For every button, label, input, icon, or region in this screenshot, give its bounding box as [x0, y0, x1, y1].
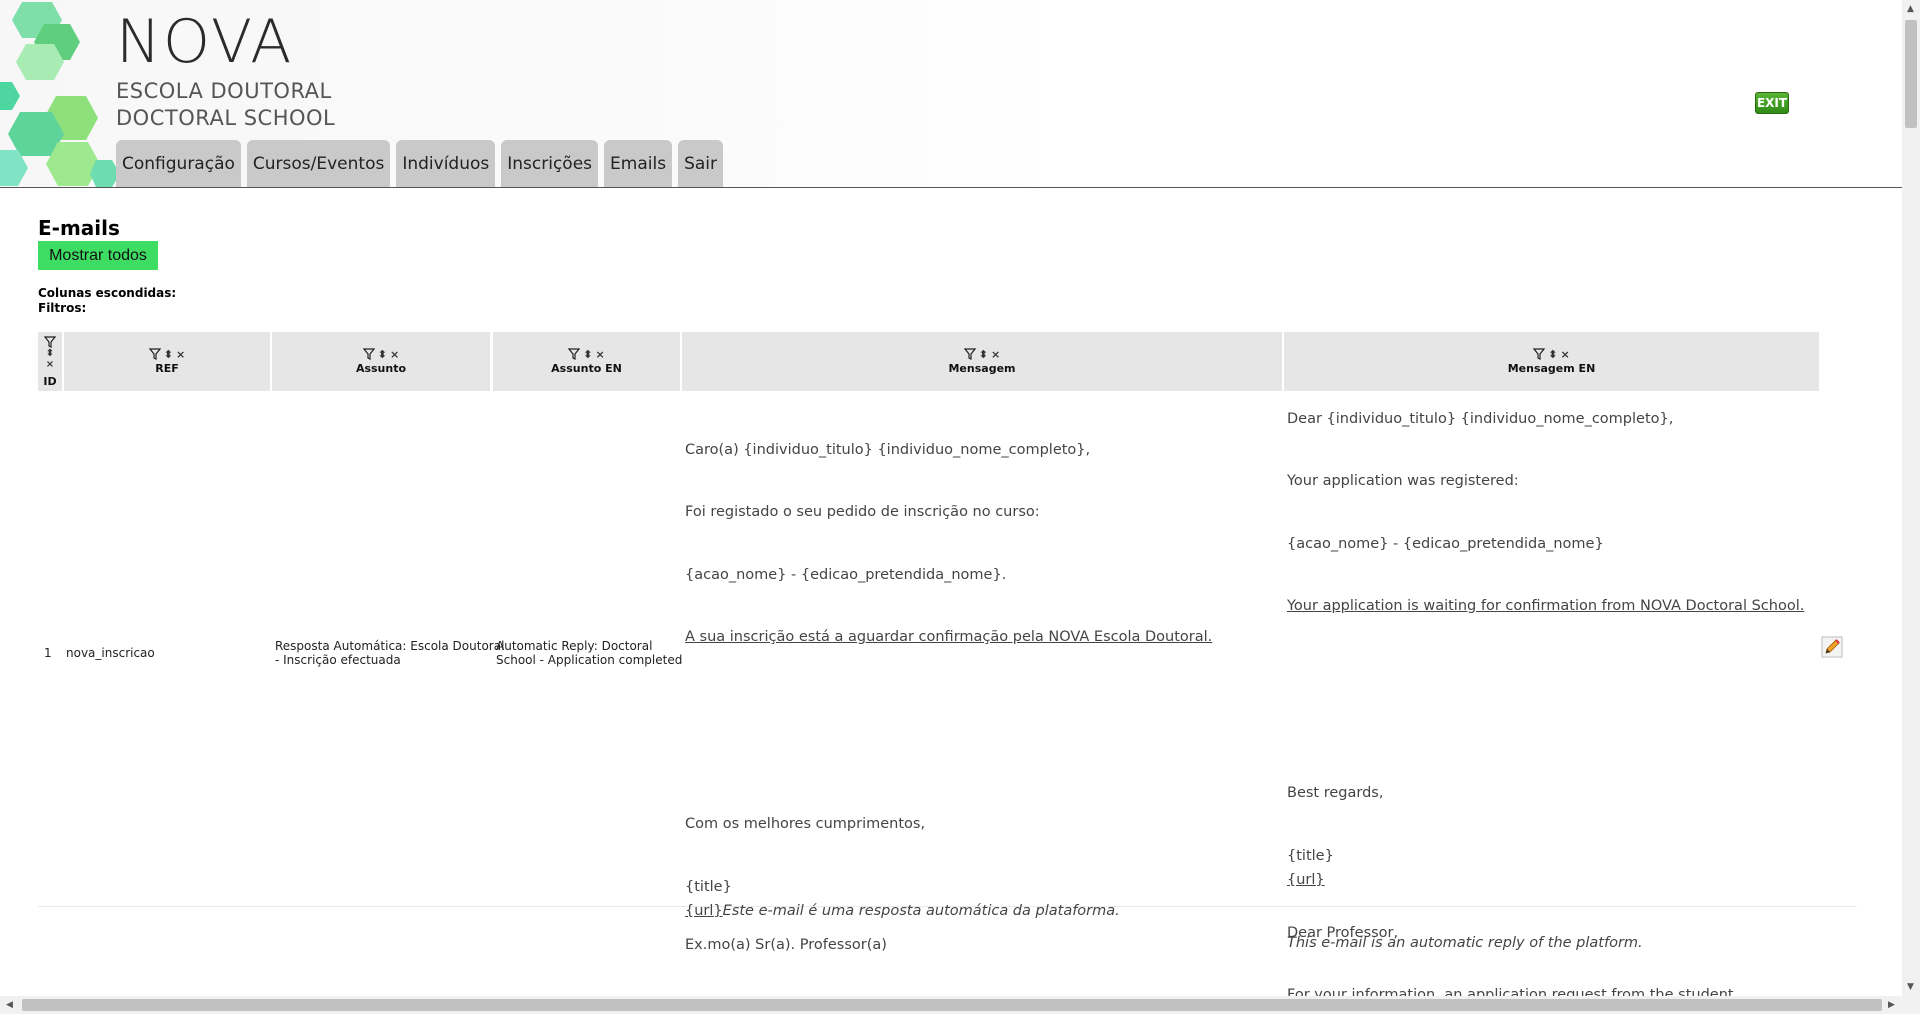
- nav-tab-individuos[interactable]: Indivíduos: [396, 140, 496, 187]
- brand-name: NOVA: [116, 7, 294, 77]
- nav-tab-cursos-eventos[interactable]: Cursos/Eventos: [246, 140, 391, 187]
- column-label-ref: REF: [155, 362, 179, 375]
- column-header-assunto: ⬍ × Assunto: [272, 332, 490, 391]
- emails-table: ⬍ × ID ⬍ × REF ⬍ × Assunto ⬍ × Assunto E…: [38, 332, 1857, 1003]
- table-row: 1 nova_inscricao Resposta Automática: Es…: [38, 392, 1857, 951]
- nav-tab-emails[interactable]: Emails: [604, 140, 673, 187]
- column-header-mensagem: ⬍ × Mensagem: [682, 332, 1282, 391]
- filters-label: Filtros:: [38, 301, 87, 315]
- scroll-right-icon[interactable]: ▶: [1888, 1000, 1895, 1010]
- cell-assunto-en: Automatic Reply: Doctoral School - Appli…: [496, 639, 682, 667]
- filter-icon[interactable]: [1533, 348, 1546, 360]
- nav-tab-sair[interactable]: Sair: [678, 140, 723, 187]
- scroll-up-icon[interactable]: ▲: [1907, 4, 1914, 14]
- column-label-mensagem-en: Mensagem EN: [1507, 362, 1596, 375]
- nav-tab-inscricoes[interactable]: Inscrições: [501, 140, 599, 187]
- mensagem-en-line-1: Your application was registered:: [1287, 473, 1519, 489]
- column-label-id: ID: [43, 375, 57, 388]
- filter-icon[interactable]: [963, 348, 976, 360]
- filter-icon[interactable]: [44, 336, 56, 348]
- column-header-id: ⬍ × ID: [38, 332, 62, 391]
- remove-icon[interactable]: ×: [390, 348, 399, 361]
- column-header-mensagem-en: ⬍ × Mensagem EN: [1284, 332, 1819, 391]
- hidden-columns-label: Colunas escondidas:: [38, 286, 177, 300]
- page-title: E-mails: [38, 216, 120, 240]
- vertical-scrollbar[interactable]: ▲ ▼: [1902, 0, 1920, 996]
- column-label-assunto-en: Assunto EN: [551, 362, 622, 375]
- cell-assunto-en-line-2: School - Application completed: [496, 653, 683, 667]
- sort-icon[interactable]: ⬍: [46, 348, 54, 359]
- exit-button[interactable]: EXIT: [1755, 92, 1789, 114]
- mensagem-en-greeting: Dear Professor,: [1287, 925, 1399, 941]
- cell-ref: nova_inscricao: [66, 646, 155, 660]
- brand-subtitle-2: DOCTORAL SCHOOL: [116, 106, 336, 130]
- mensagem-greeting: Caro(a) {individuo_titulo} {individuo_no…: [685, 442, 1091, 458]
- pencil-icon[interactable]: [1821, 636, 1843, 658]
- mensagem-closing: Com os melhores cumprimentos,: [685, 816, 926, 832]
- main-nav: Configuração Cursos/Eventos Indivíduos I…: [116, 140, 723, 187]
- mensagem-en-greeting: Dear {individuo_titulo} {individuo_nome_…: [1287, 411, 1674, 427]
- scroll-left-icon[interactable]: ◀: [6, 1000, 13, 1010]
- filter-icon[interactable]: [148, 348, 161, 360]
- column-label-mensagem: Mensagem: [948, 362, 1016, 375]
- vertical-scroll-thumb[interactable]: [1905, 20, 1917, 128]
- remove-icon[interactable]: ×: [176, 348, 185, 361]
- site-header: NOVA ESCOLA DOUTORAL DOCTORAL SCHOOL EXI…: [0, 0, 1902, 188]
- sort-icon[interactable]: ⬍: [583, 348, 592, 361]
- sort-icon[interactable]: ⬍: [164, 348, 173, 361]
- mensagem-line-3[interactable]: A sua inscrição está a aguardar confirma…: [685, 629, 1212, 645]
- exit-label: EXIT: [1756, 96, 1788, 110]
- nav-tab-configuracao[interactable]: Configuração: [116, 140, 241, 187]
- column-label-assunto: Assunto: [355, 362, 407, 375]
- horizontal-scrollbar[interactable]: ◀ ▶: [0, 996, 1920, 1014]
- mensagem-en-line-2: {acao_nome} - {edicao_pretendida_nome}: [1287, 536, 1604, 552]
- mensagem-en-closing: Best regards,: [1287, 785, 1384, 801]
- mensagem-en-title: {title}: [1287, 848, 1334, 864]
- show-all-button[interactable]: Mostrar todos: [38, 241, 158, 270]
- remove-icon[interactable]: ×: [46, 359, 54, 370]
- mensagem-en-line-3[interactable]: Your application is waiting for confirma…: [1287, 598, 1804, 614]
- cell-assunto: Resposta Automática: Escola Doutoral - I…: [275, 639, 504, 667]
- remove-icon[interactable]: ×: [991, 348, 1000, 361]
- column-header-assunto-en: ⬍ × Assunto EN: [493, 332, 680, 391]
- remove-icon[interactable]: ×: [1561, 348, 1570, 361]
- brand: NOVA ESCOLA DOUTORAL DOCTORAL SCHOOL: [116, 6, 335, 132]
- sort-icon[interactable]: ⬍: [378, 348, 387, 361]
- mensagem-title: {title}: [685, 879, 732, 895]
- cell-id: 1: [44, 646, 52, 660]
- column-header-ref: ⬍ × REF: [64, 332, 270, 391]
- remove-icon[interactable]: ×: [596, 348, 605, 361]
- cell-assunto-line-1: Resposta Automática: Escola Doutoral: [275, 639, 505, 653]
- brand-subtitle-1: ESCOLA DOUTORAL: [116, 79, 332, 103]
- sort-icon[interactable]: ⬍: [979, 348, 988, 361]
- mensagem-line-1: Foi registado o seu pedido de inscrição …: [685, 504, 1040, 520]
- filter-icon[interactable]: [362, 348, 375, 360]
- horizontal-scroll-thumb[interactable]: [22, 999, 1882, 1011]
- cell-assunto-line-2: - Inscrição efectuada: [275, 653, 401, 667]
- table-header: ⬍ × ID ⬍ × REF ⬍ × Assunto ⬍ × Assunto E…: [38, 332, 1857, 392]
- mensagem-en-url-link[interactable]: {url}: [1287, 872, 1325, 888]
- cell-assunto-en-line-1: Automatic Reply: Doctoral: [496, 639, 653, 653]
- scroll-down-icon[interactable]: ▼: [1907, 982, 1914, 992]
- filter-icon[interactable]: [568, 348, 581, 360]
- mensagem-greeting: Ex.mo(a) Sr(a). Professor(a): [685, 937, 887, 953]
- sort-icon[interactable]: ⬍: [1548, 348, 1557, 361]
- hexagon-logo-icon: [0, 2, 120, 187]
- mensagem-line-2: {acao_nome} - {edicao_pretendida_nome}.: [685, 567, 1007, 583]
